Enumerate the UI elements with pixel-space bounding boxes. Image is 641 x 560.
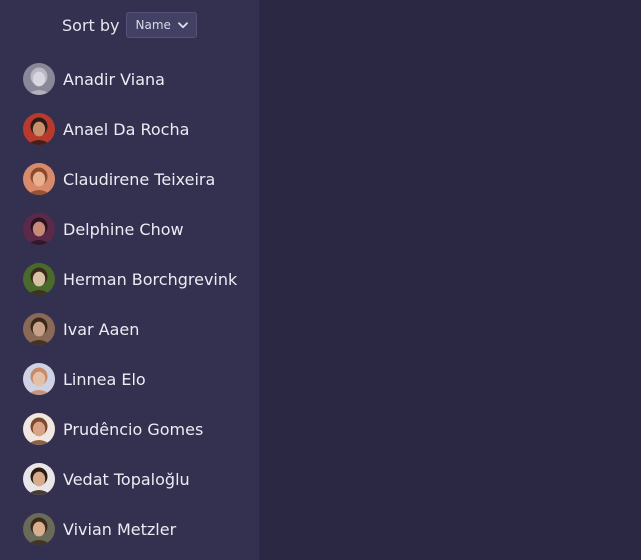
list-item[interactable]: Claudirene Teixeira xyxy=(0,154,259,204)
list-item[interactable]: Ivar Aaen xyxy=(0,304,259,354)
person-name: Anadir Viana xyxy=(63,69,165,89)
person-name: Delphine Chow xyxy=(63,219,184,239)
avatar xyxy=(23,63,55,95)
avatar xyxy=(23,463,55,495)
avatar xyxy=(23,363,55,395)
person-name: Vivian Metzler xyxy=(63,519,177,539)
sort-controls: Sort by Name xyxy=(62,11,197,39)
list-item[interactable]: Anael Da Rocha xyxy=(0,104,259,154)
chevron-down-icon xyxy=(177,19,189,31)
avatar xyxy=(23,513,55,545)
people-list: Anadir Viana Anael Da Rocha Claudirene Tei… xyxy=(0,54,259,554)
person-name: Linnea Elo xyxy=(63,369,146,389)
sort-select[interactable]: Name xyxy=(125,12,197,38)
list-item[interactable]: Herman Borchgrevink xyxy=(0,254,259,304)
avatar xyxy=(23,263,55,295)
person-name: Claudirene Teixeira xyxy=(63,169,216,189)
person-name: Anael Da Rocha xyxy=(63,119,190,139)
list-item[interactable]: Anadir Viana xyxy=(0,54,259,104)
person-name: Ivar Aaen xyxy=(63,319,140,339)
list-item[interactable]: Vedat Topaloğlu xyxy=(0,454,259,504)
avatar xyxy=(23,313,55,345)
person-name: Vedat Topaloğlu xyxy=(63,469,190,489)
list-item[interactable]: Delphine Chow xyxy=(0,204,259,254)
list-item[interactable]: Prudêncio Gomes xyxy=(0,404,259,454)
sort-label: Sort by xyxy=(62,15,120,35)
avatar xyxy=(23,413,55,445)
avatar xyxy=(23,213,55,245)
avatar xyxy=(23,163,55,195)
list-item[interactable]: Vivian Metzler xyxy=(0,504,259,554)
people-sidebar: Sort by Name Anadir Viana Anael Da Rocha C… xyxy=(0,0,259,560)
main-content-area xyxy=(259,0,641,560)
person-name: Herman Borchgrevink xyxy=(63,269,238,289)
sort-select-value: Name xyxy=(135,18,171,32)
avatar xyxy=(23,113,55,145)
list-item[interactable]: Linnea Elo xyxy=(0,354,259,404)
person-name: Prudêncio Gomes xyxy=(63,419,204,439)
